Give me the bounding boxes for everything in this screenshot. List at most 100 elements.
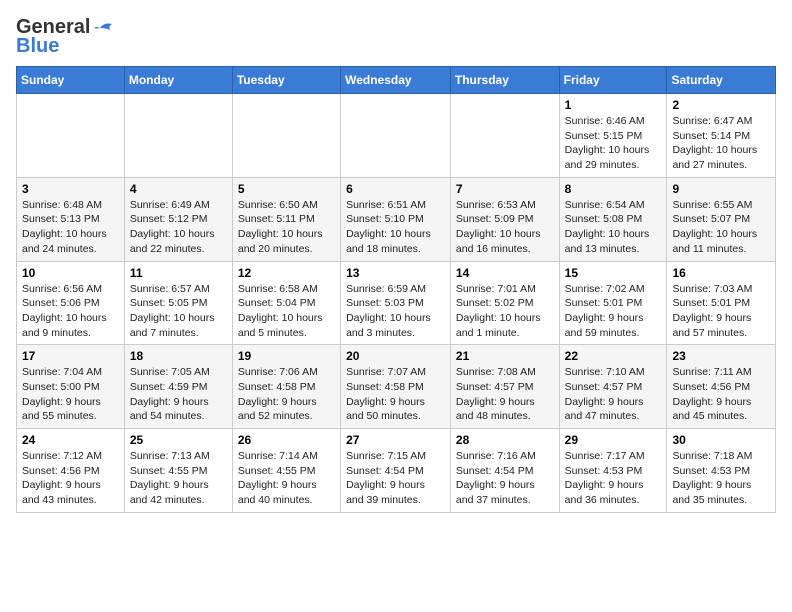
calendar-cell <box>17 94 125 178</box>
weekday-header-friday: Friday <box>559 67 667 94</box>
day-info: Sunrise: 6:51 AM Sunset: 5:10 PM Dayligh… <box>346 199 431 255</box>
day-number: 9 <box>672 182 770 196</box>
day-info: Sunrise: 6:56 AM Sunset: 5:06 PM Dayligh… <box>22 283 107 339</box>
day-number: 2 <box>672 98 770 112</box>
day-info: Sunrise: 6:50 AM Sunset: 5:11 PM Dayligh… <box>238 199 323 255</box>
day-number: 19 <box>238 349 335 363</box>
day-number: 12 <box>238 266 335 280</box>
day-number: 29 <box>565 433 662 447</box>
day-number: 1 <box>565 98 662 112</box>
weekday-header-monday: Monday <box>124 67 232 94</box>
day-number: 26 <box>238 433 335 447</box>
calendar-cell: 25Sunrise: 7:13 AM Sunset: 4:55 PM Dayli… <box>124 429 232 513</box>
day-info: Sunrise: 7:07 AM Sunset: 4:58 PM Dayligh… <box>346 366 426 422</box>
logo-bird-icon <box>92 20 114 36</box>
calendar-cell: 2 Sunrise: 6:47 AM Sunset: 5:14 PM Daylig… <box>667 94 776 178</box>
day-info: Sunrise: 7:10 AM Sunset: 4:57 PM Dayligh… <box>565 366 645 422</box>
day-info: Sunrise: 7:04 AM Sunset: 5:00 PM Dayligh… <box>22 366 102 422</box>
calendar-cell: 20 Sunrise: 7:07 AM Sunset: 4:58 PM Dayli… <box>341 345 451 429</box>
day-number: 3 <box>22 182 119 196</box>
weekday-header-saturday: Saturday <box>667 67 776 94</box>
day-info: Sunrise: 6:46 AM Sunset: 5:15 PM Dayligh… <box>565 115 650 171</box>
day-number: 21 <box>456 349 554 363</box>
calendar-cell: 9 Sunrise: 6:55 AM Sunset: 5:07 PM Daylig… <box>667 177 776 261</box>
day-info: Sunrise: 6:49 AM Sunset: 5:12 PM Dayligh… <box>130 199 215 255</box>
calendar-cell: 23 Sunrise: 7:11 AM Sunset: 4:56 PM Dayli… <box>667 345 776 429</box>
calendar-cell: 4 Sunrise: 6:49 AM Sunset: 5:12 PM Daylig… <box>124 177 232 261</box>
calendar-cell: 11 Sunrise: 6:57 AM Sunset: 5:05 PM Dayli… <box>124 261 232 345</box>
day-info: Sunrise: 6:55 AM Sunset: 5:07 PM Dayligh… <box>672 199 757 255</box>
weekday-header-thursday: Thursday <box>450 67 559 94</box>
day-number: 30 <box>672 433 770 447</box>
logo-blue: Blue <box>16 35 59 58</box>
day-number: 8 <box>565 182 662 196</box>
day-number: 20 <box>346 349 445 363</box>
day-info: Sunrise: 6:47 AM Sunset: 5:14 PM Dayligh… <box>672 115 757 171</box>
calendar-cell: 30Sunrise: 7:18 AM Sunset: 4:53 PM Dayli… <box>667 429 776 513</box>
day-info: Sunrise: 6:58 AM Sunset: 5:04 PM Dayligh… <box>238 283 323 339</box>
calendar-cell: 7 Sunrise: 6:53 AM Sunset: 5:09 PM Daylig… <box>450 177 559 261</box>
day-number: 7 <box>456 182 554 196</box>
calendar-cell: 15 Sunrise: 7:02 AM Sunset: 5:01 PM Dayli… <box>559 261 667 345</box>
day-number: 11 <box>130 266 227 280</box>
calendar-cell: 28Sunrise: 7:16 AM Sunset: 4:54 PM Dayli… <box>450 429 559 513</box>
day-info: Sunrise: 7:12 AM Sunset: 4:56 PM Dayligh… <box>22 450 102 506</box>
day-info: Sunrise: 7:01 AM Sunset: 5:02 PM Dayligh… <box>456 283 541 339</box>
day-number: 17 <box>22 349 119 363</box>
day-number: 6 <box>346 182 445 196</box>
day-info: Sunrise: 7:02 AM Sunset: 5:01 PM Dayligh… <box>565 283 645 339</box>
weekday-header-wednesday: Wednesday <box>341 67 451 94</box>
day-number: 13 <box>346 266 445 280</box>
day-info: Sunrise: 7:11 AM Sunset: 4:56 PM Dayligh… <box>672 366 751 422</box>
weekday-header-row: SundayMondayTuesdayWednesdayThursdayFrid… <box>17 67 776 94</box>
day-number: 4 <box>130 182 227 196</box>
calendar-cell <box>124 94 232 178</box>
calendar-cell: 10 Sunrise: 6:56 AM Sunset: 5:06 PM Dayli… <box>17 261 125 345</box>
day-number: 16 <box>672 266 770 280</box>
day-info: Sunrise: 7:06 AM Sunset: 4:58 PM Dayligh… <box>238 366 318 422</box>
day-number: 18 <box>130 349 227 363</box>
day-number: 24 <box>22 433 119 447</box>
day-number: 10 <box>22 266 119 280</box>
calendar-row-4: 24 Sunrise: 7:12 AM Sunset: 4:56 PM Dayli… <box>17 429 776 513</box>
calendar-cell: 1 Sunrise: 6:46 AM Sunset: 5:15 PM Daylig… <box>559 94 667 178</box>
logo: General Blue <box>16 16 114 58</box>
day-info: Sunrise: 7:14 AM Sunset: 4:55 PM Dayligh… <box>238 450 318 506</box>
calendar-row-0: 1 Sunrise: 6:46 AM Sunset: 5:15 PM Daylig… <box>17 94 776 178</box>
weekday-header-tuesday: Tuesday <box>232 67 340 94</box>
day-info: Sunrise: 7:13 AM Sunset: 4:55 PM Dayligh… <box>130 450 210 506</box>
calendar-cell: 16Sunrise: 7:03 AM Sunset: 5:01 PM Dayli… <box>667 261 776 345</box>
day-info: Sunrise: 7:15 AM Sunset: 4:54 PM Dayligh… <box>346 450 426 506</box>
calendar-cell <box>341 94 451 178</box>
calendar-cell: 13 Sunrise: 6:59 AM Sunset: 5:03 PM Dayli… <box>341 261 451 345</box>
calendar-cell: 26 Sunrise: 7:14 AM Sunset: 4:55 PM Dayli… <box>232 429 340 513</box>
day-number: 15 <box>565 266 662 280</box>
calendar-cell: 24 Sunrise: 7:12 AM Sunset: 4:56 PM Dayli… <box>17 429 125 513</box>
day-info: Sunrise: 7:16 AM Sunset: 4:54 PM Dayligh… <box>456 450 536 506</box>
calendar-cell: 3 Sunrise: 6:48 AM Sunset: 5:13 PM Daylig… <box>17 177 125 261</box>
calendar-cell: 14 Sunrise: 7:01 AM Sunset: 5:02 PM Dayli… <box>450 261 559 345</box>
calendar-cell: 27 Sunrise: 7:15 AM Sunset: 4:54 PM Dayli… <box>341 429 451 513</box>
calendar-cell: 6 Sunrise: 6:51 AM Sunset: 5:10 PM Daylig… <box>341 177 451 261</box>
day-number: 14 <box>456 266 554 280</box>
calendar-cell: 29 Sunrise: 7:17 AM Sunset: 4:53 PM Dayli… <box>559 429 667 513</box>
weekday-header-sunday: Sunday <box>17 67 125 94</box>
day-number: 23 <box>672 349 770 363</box>
calendar-cell: 18Sunrise: 7:05 AM Sunset: 4:59 PM Dayli… <box>124 345 232 429</box>
day-number: 22 <box>565 349 662 363</box>
day-number: 27 <box>346 433 445 447</box>
calendar-cell: 17 Sunrise: 7:04 AM Sunset: 5:00 PM Dayli… <box>17 345 125 429</box>
calendar-cell <box>232 94 340 178</box>
day-info: Sunrise: 7:17 AM Sunset: 4:53 PM Dayligh… <box>565 450 645 506</box>
day-info: Sunrise: 6:59 AM Sunset: 5:03 PM Dayligh… <box>346 283 431 339</box>
calendar-cell <box>450 94 559 178</box>
calendar-table: SundayMondayTuesdayWednesdayThursdayFrid… <box>16 66 776 513</box>
calendar-row-2: 10 Sunrise: 6:56 AM Sunset: 5:06 PM Dayli… <box>17 261 776 345</box>
calendar-cell: 8Sunrise: 6:54 AM Sunset: 5:08 PM Daylig… <box>559 177 667 261</box>
calendar-row-1: 3 Sunrise: 6:48 AM Sunset: 5:13 PM Daylig… <box>17 177 776 261</box>
day-info: Sunrise: 6:48 AM Sunset: 5:13 PM Dayligh… <box>22 199 107 255</box>
day-info: Sunrise: 6:53 AM Sunset: 5:09 PM Dayligh… <box>456 199 541 255</box>
page-header: General Blue <box>16 16 776 58</box>
calendar-cell: 21Sunrise: 7:08 AM Sunset: 4:57 PM Dayli… <box>450 345 559 429</box>
day-info: Sunrise: 6:57 AM Sunset: 5:05 PM Dayligh… <box>130 283 215 339</box>
